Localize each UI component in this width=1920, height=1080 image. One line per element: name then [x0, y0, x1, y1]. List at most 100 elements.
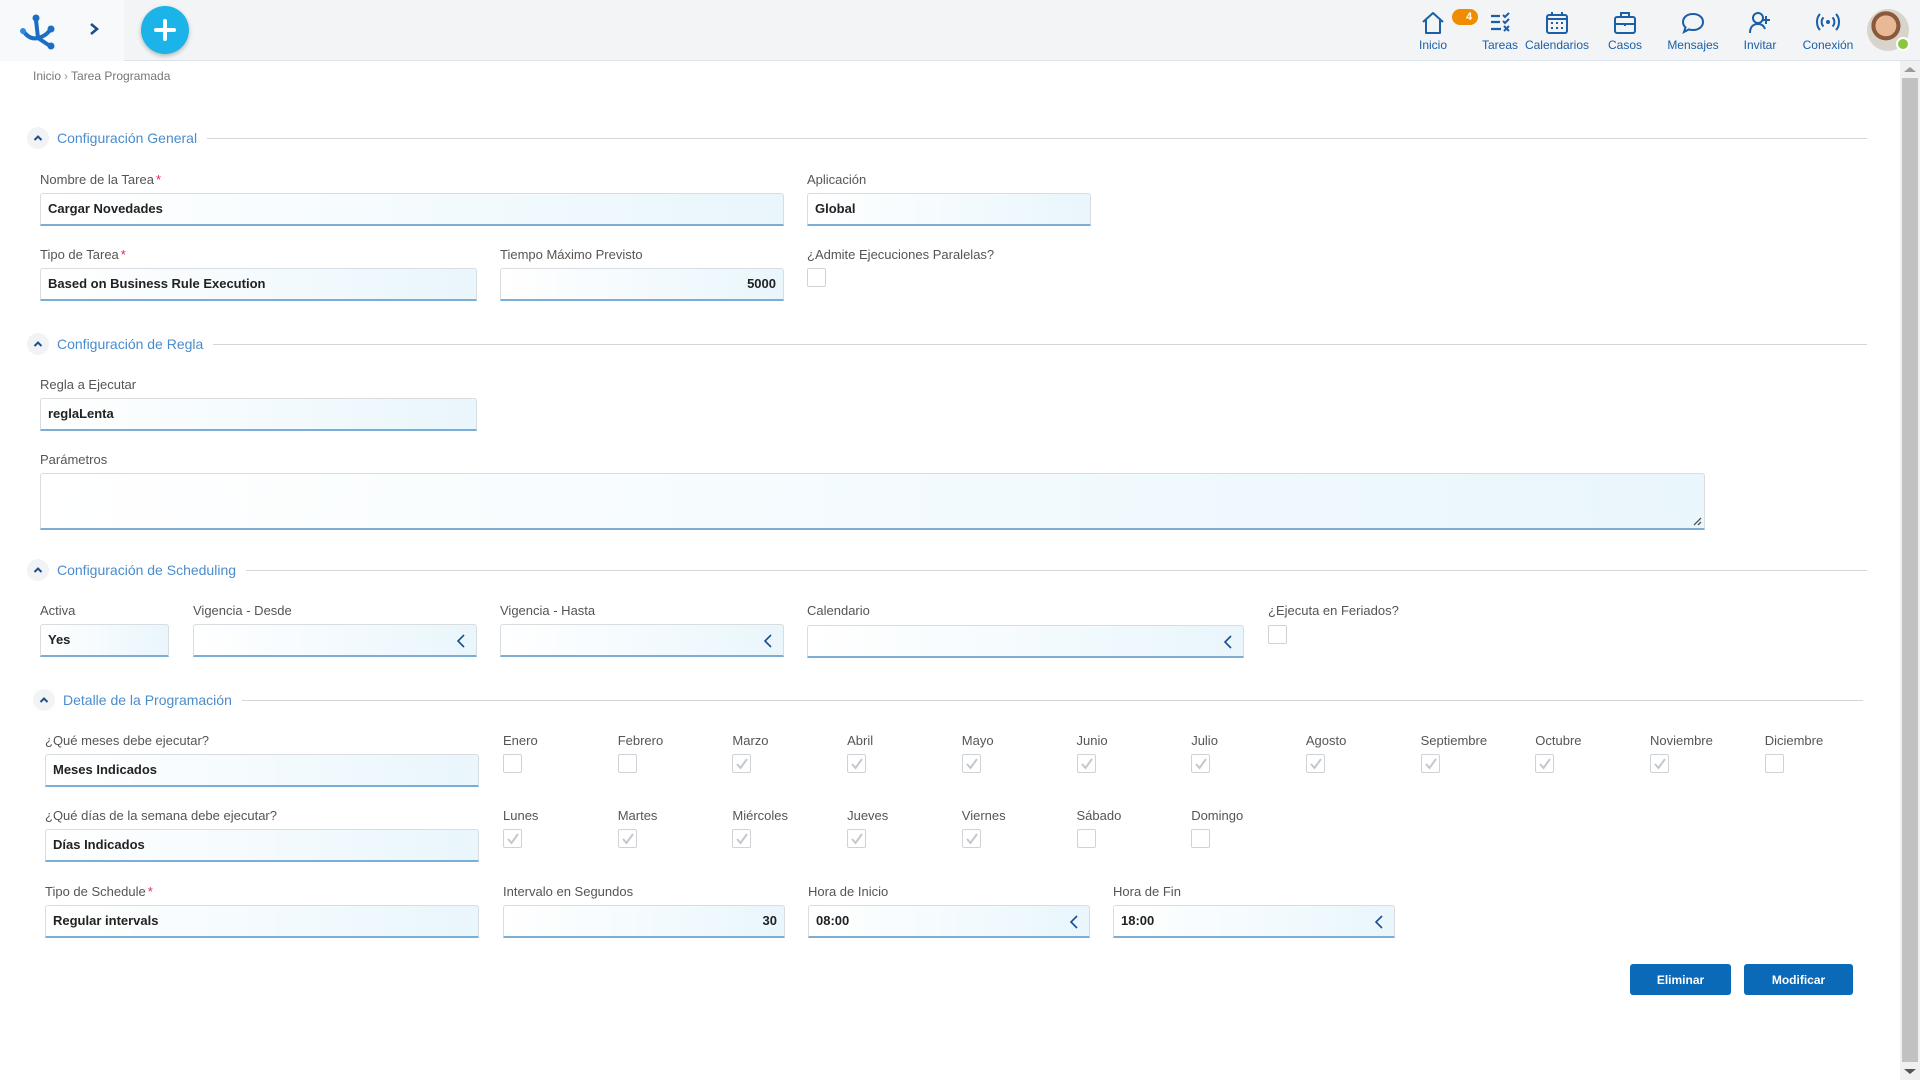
chevron-up-icon — [39, 697, 49, 703]
label-text: Tipo de Schedule — [45, 884, 146, 899]
month-label: Noviembre — [1650, 733, 1713, 748]
chevron-left-icon[interactable] — [763, 633, 773, 649]
dias-select[interactable]: Días Indicados — [45, 829, 479, 862]
month-checkbox[interactable] — [617, 754, 637, 773]
day-checkbox[interactable] — [1191, 829, 1211, 848]
nombre-input[interactable]: Cargar Novedades — [40, 193, 784, 226]
resize-handle-icon[interactable] — [1692, 516, 1702, 526]
month-checkbox[interactable] — [1191, 754, 1211, 773]
month-checkbox[interactable] — [1650, 754, 1669, 773]
logo-icon[interactable] — [16, 10, 56, 50]
day-checkbox[interactable] — [732, 829, 752, 848]
chevron-up-icon — [33, 135, 43, 141]
nav-conexion[interactable]: Conexión — [1800, 0, 1856, 60]
month-checkbox[interactable] — [1305, 754, 1325, 773]
month-checkbox[interactable] — [1764, 754, 1784, 773]
connection-icon — [1816, 13, 1840, 31]
label-text: Tipo de Tarea — [40, 247, 119, 262]
day-checkbox[interactable] — [961, 829, 981, 848]
top-header: Inicio 4 Tareas Calendarios Casos Mensaj… — [0, 0, 1920, 61]
collapse-general-button[interactable] — [27, 127, 49, 149]
nav-casos[interactable]: Casos — [1603, 0, 1647, 60]
month-checkbox[interactable] — [1076, 754, 1096, 773]
tipo-tarea-label: Tipo de Tarea * — [40, 247, 126, 262]
scrollbar-thumb[interactable] — [1902, 78, 1918, 1062]
hora-fin-input[interactable]: 18:00 — [1113, 905, 1395, 938]
chevron-left-icon[interactable] — [1069, 914, 1079, 930]
scroll-up-arrow-icon[interactable] — [1904, 67, 1916, 72]
checkmark-icon — [1310, 758, 1322, 770]
checkmark-icon — [736, 833, 749, 845]
checkmark-icon — [966, 758, 978, 770]
section-title: Configuración de Regla — [57, 336, 204, 352]
day-checkbox[interactable] — [503, 829, 522, 848]
month-label: Septiembre — [1420, 733, 1488, 748]
scroll-down-arrow-icon[interactable] — [1904, 1069, 1916, 1074]
nav-invitar[interactable]: Invitar — [1740, 0, 1780, 60]
vertical-scrollbar[interactable] — [1900, 61, 1920, 1080]
parametros-textarea[interactable] — [40, 473, 1705, 530]
add-button[interactable] — [141, 6, 189, 54]
hora-fin-label: Hora de Fin — [1113, 884, 1181, 899]
day-checkbox[interactable] — [847, 829, 867, 848]
section-divider — [207, 137, 1867, 139]
day-label: Viernes — [961, 808, 1006, 823]
tipo-schedule-select[interactable]: Regular intervals — [45, 905, 479, 938]
checkmark-icon — [851, 758, 863, 770]
collapse-regla-button[interactable] — [27, 333, 49, 355]
hora-inicio-input[interactable]: 08:00 — [808, 905, 1090, 938]
nav-tareas[interactable]: 4 Tareas — [1452, 0, 1532, 60]
hasta-date-input[interactable] — [500, 624, 784, 657]
breadcrumb: Inicio › Tarea Programada — [33, 69, 170, 83]
desde-date-input[interactable] — [193, 624, 477, 657]
meses-select[interactable]: Meses Indicados — [45, 754, 479, 787]
calendario-label: Calendario — [807, 603, 870, 618]
paralelas-checkbox[interactable] — [807, 268, 826, 287]
checkmark-icon — [1654, 758, 1666, 770]
day-checkbox[interactable] — [1076, 829, 1096, 848]
checkmark-icon — [621, 833, 634, 845]
chevron-left-icon[interactable] — [1374, 914, 1384, 930]
chevron-left-icon[interactable] — [456, 633, 466, 649]
chevron-left-icon[interactable] — [1223, 634, 1233, 650]
intervalo-input[interactable]: 30 — [503, 905, 785, 938]
calendar-icon — [1546, 12, 1568, 34]
month-checkbox[interactable] — [961, 754, 981, 773]
checkmark-icon — [851, 833, 863, 845]
aplicacion-input[interactable]: Global — [807, 193, 1091, 226]
nav-label: Conexión — [1802, 38, 1854, 52]
hora-inicio-label: Hora de Inicio — [808, 884, 889, 899]
modificar-button[interactable]: Modificar — [1744, 964, 1853, 995]
nav-calendarios[interactable]: Calendarios — [1524, 0, 1590, 60]
breadcrumb-inicio[interactable]: Inicio — [33, 69, 61, 83]
required-marker: * — [120, 247, 126, 262]
month-checkbox[interactable] — [503, 754, 522, 773]
tipo-schedule-label: Tipo de Schedule * — [45, 884, 153, 899]
eliminar-button[interactable]: Eliminar — [1630, 964, 1731, 995]
calendario-select[interactable] — [807, 625, 1244, 658]
section-title: Detalle de la Programación — [63, 692, 232, 708]
month-checkbox[interactable] — [1420, 754, 1440, 773]
activa-select[interactable]: Yes — [40, 624, 169, 657]
chat-icon — [1681, 12, 1705, 35]
section-scheduling-header: Configuración de Scheduling — [27, 558, 1867, 582]
month-checkbox[interactable] — [732, 754, 752, 773]
intervalo-label: Intervalo en Segundos — [503, 884, 634, 899]
feriados-label: ¿Ejecuta en Feriados? — [1268, 603, 1399, 618]
day-checkbox[interactable] — [617, 829, 637, 848]
tiempo-input[interactable]: 5000 — [500, 268, 784, 301]
month-checkbox[interactable] — [1535, 754, 1555, 773]
nav-mensajes[interactable]: Mensajes — [1664, 0, 1722, 60]
regla-label: Regla a Ejecutar — [40, 377, 137, 392]
feriados-checkbox[interactable] — [1268, 625, 1287, 644]
aplicacion-label: Aplicación — [807, 172, 867, 187]
tipo-tarea-select[interactable]: Based on Business Rule Execution — [40, 268, 477, 301]
month-checkbox[interactable] — [847, 754, 867, 773]
nav-inicio[interactable]: Inicio — [1405, 0, 1461, 60]
regla-input[interactable]: reglaLenta — [40, 398, 477, 431]
collapse-detalle-button[interactable] — [33, 689, 55, 711]
expand-menu-icon[interactable] — [84, 18, 104, 40]
collapse-scheduling-button[interactable] — [27, 559, 49, 581]
hora-inicio-value: 08:00 — [816, 913, 850, 928]
required-marker: * — [147, 884, 153, 899]
